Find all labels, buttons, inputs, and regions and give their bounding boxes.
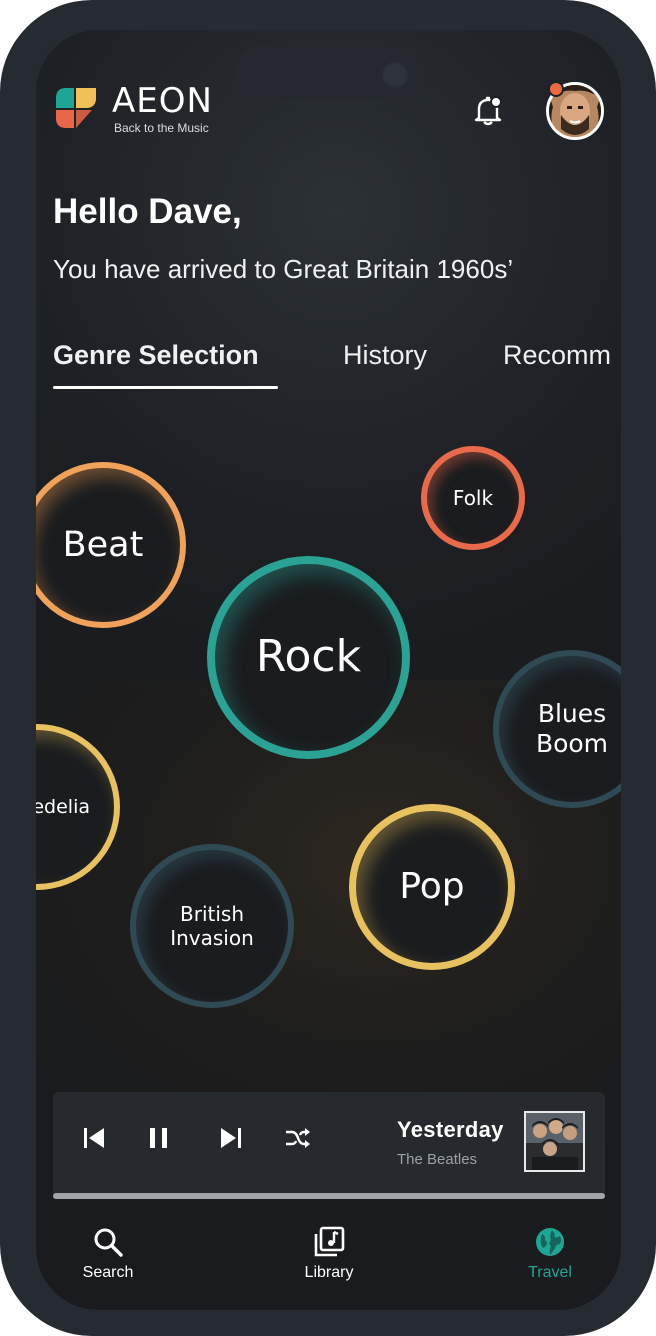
genre-bubble-blues-boom[interactable]: Blues Boom xyxy=(493,650,621,808)
genre-label-rock: Rock xyxy=(255,631,362,683)
nav-search[interactable]: Search xyxy=(48,1226,168,1282)
genre-label-folk: Folk xyxy=(452,486,494,510)
aeon-logo-icon xyxy=(56,88,96,128)
nav-library[interactable]: Library xyxy=(269,1226,389,1282)
nav-library-label: Library xyxy=(304,1264,354,1281)
nav-search-label: Search xyxy=(82,1264,134,1281)
brand-tagline: Back to the Music xyxy=(114,121,209,135)
brand-name: AEON xyxy=(112,81,213,121)
genre-bubble-folk[interactable]: Folk xyxy=(421,446,525,550)
genre-bubble-pop[interactable]: Pop xyxy=(349,804,515,970)
tab-recommendations[interactable]: Recomm xyxy=(503,340,611,371)
tab-history[interactable]: History xyxy=(343,340,427,371)
skip-previous-button[interactable] xyxy=(75,1118,115,1158)
notification-bell-icon[interactable] xyxy=(472,94,504,128)
mini-player[interactable]: Yesterday The Beatles xyxy=(53,1092,605,1198)
genre-bubble-rock[interactable]: Rock xyxy=(207,556,410,759)
playback-progress-bar[interactable] xyxy=(53,1193,605,1199)
library-icon xyxy=(314,1226,345,1257)
skip-next-icon xyxy=(221,1128,241,1148)
active-tab-indicator xyxy=(53,386,278,389)
genre-label-blues-boom: Blues Boom xyxy=(535,699,609,758)
greeting-title: Hello Dave, xyxy=(53,192,242,231)
skip-previous-icon xyxy=(84,1128,104,1148)
tab-genre-selection[interactable]: Genre Selection xyxy=(53,340,259,371)
shuffle-button[interactable] xyxy=(278,1118,318,1158)
search-icon xyxy=(94,1228,123,1257)
app-screen: AEON Back to the Music Hello Dave, You h… xyxy=(36,30,621,1310)
genre-label-beat: Beat xyxy=(62,525,144,565)
nav-travel-label: Travel xyxy=(528,1264,572,1281)
album-cover-image[interactable] xyxy=(524,1111,585,1172)
genre-label-psychedelia: edelia xyxy=(36,795,90,818)
phone-frame: AEON Back to the Music Hello Dave, You h… xyxy=(0,0,656,1336)
dynamic-island xyxy=(235,46,422,101)
nav-travel[interactable]: Travel xyxy=(490,1226,610,1282)
genre-bubble-psychedelia[interactable]: edelia xyxy=(36,724,120,890)
pause-icon xyxy=(150,1128,167,1148)
skip-next-button[interactable] xyxy=(210,1118,250,1158)
tab-bar: Genre Selection History Recomm xyxy=(53,340,621,400)
avatar-status-badge xyxy=(548,81,564,97)
pause-button[interactable] xyxy=(139,1118,179,1158)
genre-label-pop: Pop xyxy=(399,866,465,908)
genre-bubble-british-invasion[interactable]: British Invasion xyxy=(130,844,294,1008)
genre-bubble-beat[interactable]: Beat xyxy=(36,462,186,628)
greeting-subtitle: You have arrived to Great Britain 1960s’ xyxy=(53,254,514,284)
album-art xyxy=(526,1113,583,1170)
genre-label-british-invasion: British Invasion xyxy=(170,902,254,950)
now-playing-artist: The Beatles xyxy=(397,1151,478,1168)
now-playing-title: Yesterday xyxy=(397,1117,504,1142)
shuffle-icon xyxy=(286,1128,310,1148)
globe-icon xyxy=(536,1228,564,1256)
